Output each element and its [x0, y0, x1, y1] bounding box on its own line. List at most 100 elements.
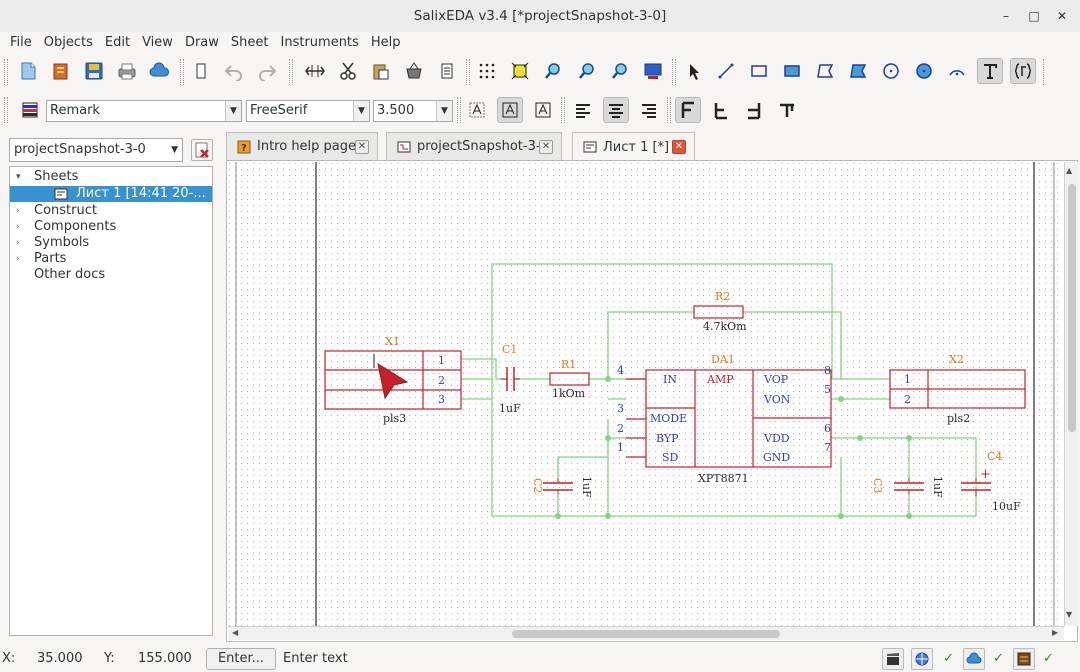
expand-icon[interactable]: ▾ — [16, 169, 21, 185]
anchor-bottom-left-icon[interactable] — [708, 97, 734, 123]
tree-item-components[interactable]: › Components — [10, 219, 212, 235]
toolbar-grip[interactable] — [667, 97, 671, 123]
cloud-icon[interactable] — [147, 58, 173, 84]
menu-sheet[interactable]: Sheet — [225, 35, 275, 50]
close-icon[interactable]: ✕ — [672, 140, 686, 154]
scroll-left-icon[interactable]: ◀ — [232, 628, 238, 637]
tab-intro-help[interactable]: ? Intro help page ✕ — [226, 132, 378, 160]
menu-view[interactable]: View — [136, 35, 179, 50]
redo-icon[interactable] — [254, 58, 280, 84]
vertical-scrollbar[interactable]: ▲ ▼ — [1064, 162, 1078, 626]
monitor-icon[interactable] — [640, 58, 666, 84]
expand-icon[interactable]: › — [16, 235, 20, 251]
toolbar-grip[interactable] — [289, 59, 293, 85]
text-style-icon[interactable] — [17, 97, 43, 123]
draw-filled-rect-icon[interactable] — [779, 58, 805, 84]
expand-icon[interactable]: › — [16, 203, 20, 219]
print-icon[interactable] — [114, 58, 140, 84]
text-no-frame-icon[interactable] — [464, 97, 490, 123]
new-file-icon[interactable] — [15, 58, 41, 84]
menu-file[interactable]: File — [4, 35, 38, 50]
zoom-out-icon[interactable] — [574, 58, 600, 84]
font-select[interactable]: FreeSerif ▼ — [246, 100, 370, 122]
draw-line-icon[interactable] — [713, 58, 739, 84]
menu-edit[interactable]: Edit — [99, 35, 136, 50]
tree-item-sheets[interactable]: ▾ Sheets — [10, 169, 212, 185]
clapper-icon[interactable] — [882, 648, 904, 670]
toolbar-grip[interactable] — [1043, 59, 1045, 85]
zoom-in-icon[interactable] — [540, 58, 566, 84]
text-style-select[interactable]: Remark ▼ — [46, 100, 242, 122]
toolbar-grip[interactable] — [4, 59, 8, 85]
tree-item-parts[interactable]: › Parts — [10, 251, 212, 267]
menu-objects[interactable]: Objects — [38, 35, 99, 50]
toolbar-grip[interactable] — [466, 59, 470, 85]
scroll-right-icon[interactable]: ▶ — [1052, 628, 1058, 637]
vertical-scroll-thumb[interactable] — [1068, 184, 1076, 432]
save-icon[interactable] — [81, 58, 107, 84]
draw-polygon-icon[interactable] — [812, 58, 838, 84]
anchor-top-icon[interactable] — [774, 97, 800, 123]
anchor-right-icon[interactable] — [741, 97, 767, 123]
toolbar-grip[interactable] — [672, 59, 676, 85]
toolbar-grip[interactable] — [561, 97, 565, 123]
draw-filled-circle-icon[interactable] — [911, 58, 937, 84]
toolbar-grip[interactable] — [4, 97, 8, 123]
horizontal-scroll-thumb[interactable] — [512, 630, 780, 638]
horizontal-scrollbar[interactable]: ◀ ▶ — [228, 626, 1064, 640]
draw-rect-icon[interactable] — [746, 58, 772, 84]
text-tool-icon[interactable] — [977, 58, 1003, 84]
open-project-icon[interactable] — [48, 58, 74, 84]
cloud-sync-icon[interactable] — [963, 648, 985, 670]
draw-filled-polygon-icon[interactable] — [845, 58, 871, 84]
paste-icon[interactable] — [368, 58, 394, 84]
undo-icon[interactable] — [221, 58, 247, 84]
page-icon[interactable] — [188, 58, 214, 84]
text-frame-icon[interactable] — [497, 97, 523, 123]
project-tree[interactable]: ▾ Sheets Лист 1 [14:41 20-... › Construc… — [9, 166, 213, 636]
close-project-button[interactable] — [191, 139, 213, 161]
draw-arc-icon[interactable] — [944, 58, 970, 84]
maximize-button[interactable]: □ — [1024, 6, 1044, 26]
project-select[interactable]: projectSnapshot-3-0 ▼ — [9, 138, 183, 162]
menu-draw[interactable]: Draw — [179, 35, 225, 50]
zoom-fit-icon[interactable] — [507, 58, 533, 84]
close-icon[interactable]: ✕ — [355, 140, 369, 154]
tab-sheet-1[interactable]: Лист 1 [*] ✕ — [572, 132, 695, 161]
enter-button[interactable]: Enter... — [206, 648, 276, 670]
toolbar-grip[interactable] — [457, 97, 461, 123]
cut-icon[interactable] — [335, 58, 361, 84]
minimize-button[interactable]: – — [996, 6, 1016, 26]
tab-project-snapshot[interactable]: projectSnapshot-3-0 ✕ — [386, 132, 562, 160]
field-tool-icon[interactable] — [1010, 58, 1036, 84]
grid-icon[interactable] — [474, 58, 500, 84]
toolbar-grip[interactable] — [180, 59, 184, 85]
scroll-down-icon[interactable]: ▼ — [1066, 610, 1072, 619]
menu-help[interactable]: Help — [365, 35, 407, 50]
anchor-top-left-icon[interactable] — [675, 97, 701, 123]
align-center-icon[interactable] — [603, 97, 629, 123]
close-icon[interactable]: ✕ — [539, 140, 553, 154]
select-cursor-icon[interactable] — [681, 58, 707, 84]
font-size-select[interactable]: 3.500 ▼ — [373, 100, 453, 122]
close-window-button[interactable]: ✕ — [1052, 6, 1072, 26]
document-icon[interactable] — [434, 58, 460, 84]
expand-icon[interactable]: › — [16, 219, 20, 235]
tree-item-construct[interactable]: › Construct — [10, 203, 212, 219]
tree-item-other-docs[interactable]: Other docs — [10, 267, 212, 283]
align-left-icon[interactable] — [570, 97, 596, 123]
menu-instruments[interactable]: Instruments — [275, 35, 365, 50]
library-icon[interactable] — [1013, 648, 1035, 670]
network-icon[interactable] — [911, 648, 933, 670]
text-underline-frame-icon[interactable] — [530, 97, 556, 123]
draw-circle-icon[interactable] — [878, 58, 904, 84]
cleanup-icon[interactable] — [401, 58, 427, 84]
tree-item-symbols[interactable]: › Symbols — [10, 235, 212, 251]
schematic-canvas[interactable]: X1 1 2 3 pls3 C1 1uF R1 1kOm R2 4.7kOm D… — [228, 162, 1062, 626]
expand-icon[interactable]: › — [16, 251, 20, 267]
tree-item-sheet-1[interactable]: Лист 1 [14:41 20-... — [10, 186, 212, 202]
scroll-up-icon[interactable]: ▲ — [1066, 166, 1072, 175]
zoom-area-icon[interactable] — [607, 58, 633, 84]
align-right-icon[interactable] — [636, 97, 662, 123]
mirror-icon[interactable] — [302, 58, 328, 84]
